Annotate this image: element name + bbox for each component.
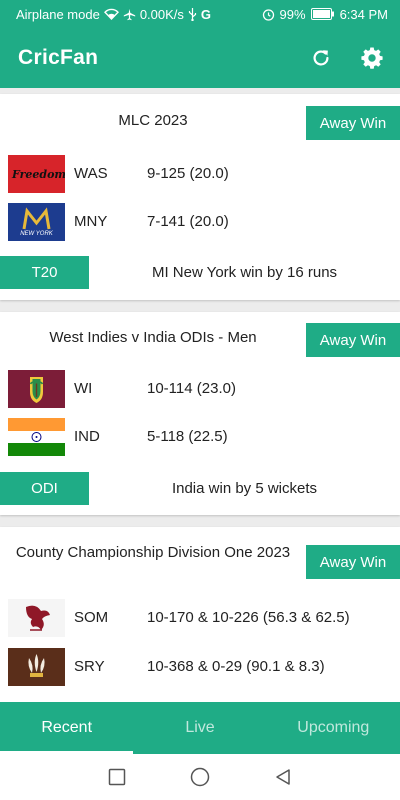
team-logo-som bbox=[8, 599, 65, 637]
team-logo-mny: NEW YORK bbox=[8, 203, 65, 241]
mny-logo-text: NEW YORK bbox=[20, 231, 53, 237]
alarm-icon bbox=[262, 8, 275, 21]
status-bar: Airplane mode 0.00K/s G 99% 6:34 PM bbox=[0, 0, 400, 28]
app-bar: CricFan bbox=[0, 28, 400, 88]
format-badge: ODI bbox=[0, 472, 89, 505]
ashoka-chakra-icon bbox=[31, 432, 42, 442]
match-summary: MI New York win by 16 runs bbox=[151, 264, 338, 281]
recents-square-icon[interactable] bbox=[108, 768, 126, 786]
wi-crest-icon bbox=[29, 377, 44, 403]
team-code: WI bbox=[74, 380, 93, 397]
team-code: SRY bbox=[74, 658, 105, 675]
airplane-mode-text: Airplane mode bbox=[16, 6, 100, 22]
team-score: 5-118 (22.5) bbox=[147, 428, 228, 445]
team-code: IND bbox=[74, 428, 100, 445]
team-logo-wi bbox=[8, 370, 65, 408]
match-summary: India win by 5 wickets bbox=[171, 480, 318, 497]
tab-recent[interactable]: Recent bbox=[0, 702, 134, 754]
gear-icon[interactable] bbox=[360, 46, 384, 70]
team-score: 9-125 (20.0) bbox=[147, 165, 229, 182]
match-card[interactable]: West Indies v India ODIs - Men Away Win … bbox=[0, 312, 400, 515]
system-nav-bar bbox=[0, 754, 400, 800]
freedom-logo-text: Freedom bbox=[12, 168, 65, 181]
team-logo-sry bbox=[8, 648, 65, 686]
team-score: 10-368 & 0-29 (90.1 & 8.3) bbox=[147, 658, 325, 675]
prince-of-wales-feathers-icon bbox=[28, 654, 45, 677]
network-type: G bbox=[200, 6, 212, 22]
result-badge: Away Win bbox=[306, 323, 400, 357]
match-card[interactable]: County Championship Division One 2023 Aw… bbox=[0, 527, 400, 702]
team-code: WAS bbox=[74, 165, 108, 182]
app-title: CricFan bbox=[18, 46, 99, 69]
network-speed: 0.00K/s bbox=[139, 6, 184, 22]
usb-icon bbox=[188, 7, 197, 21]
match-title: MLC 2023 bbox=[118, 112, 188, 129]
bottom-nav: Recent Live Upcoming bbox=[0, 702, 400, 754]
home-circle-icon[interactable] bbox=[190, 767, 210, 787]
battery-percent: 99% bbox=[279, 6, 306, 22]
tab-live[interactable]: Live bbox=[133, 702, 266, 754]
wifi-icon bbox=[103, 8, 119, 20]
team-code: SOM bbox=[74, 609, 109, 626]
team-score: 7-141 (20.0) bbox=[147, 213, 229, 230]
battery-icon bbox=[310, 8, 335, 20]
clock: 6:34 PM bbox=[339, 6, 388, 22]
match-list[interactable]: MLC 2023 Away Win Freedom WAS 9-125 (20.… bbox=[0, 88, 400, 702]
wyvern-icon bbox=[26, 605, 50, 631]
team-score: 10-170 & 10-226 (56.3 & 62.5) bbox=[147, 609, 350, 626]
match-card[interactable]: MLC 2023 Away Win Freedom WAS 9-125 (20.… bbox=[0, 94, 400, 300]
team-code: MNY bbox=[74, 213, 108, 230]
team-score: 10-114 (23.0) bbox=[147, 380, 236, 397]
match-title: County Championship Division One 2023 bbox=[15, 544, 291, 561]
back-triangle-icon[interactable] bbox=[274, 768, 292, 786]
format-badge: T20 bbox=[0, 256, 89, 289]
refresh-icon[interactable] bbox=[310, 47, 332, 69]
match-title: West Indies v India ODIs - Men bbox=[49, 329, 257, 346]
tab-upcoming[interactable]: Upcoming bbox=[267, 702, 400, 754]
team-logo-ind bbox=[8, 418, 65, 456]
team-logo-was: Freedom bbox=[8, 155, 65, 193]
airplane-icon bbox=[123, 8, 136, 21]
result-badge: Away Win bbox=[306, 545, 400, 579]
result-badge: Away Win bbox=[306, 106, 400, 140]
